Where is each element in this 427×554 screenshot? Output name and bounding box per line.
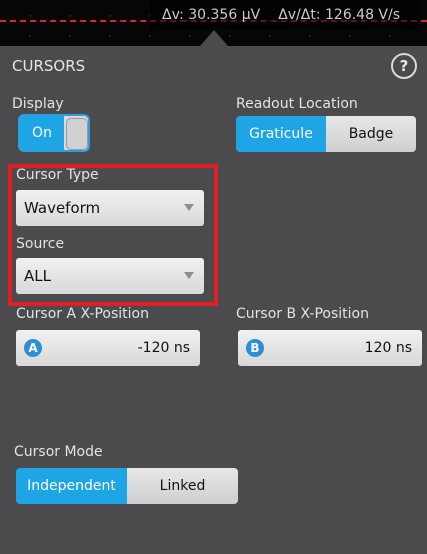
cursor-b-position-value: 120 ns bbox=[364, 340, 412, 356]
panel-pointer bbox=[200, 30, 228, 46]
chevron-down-icon bbox=[184, 272, 194, 279]
cursor-mode-independent[interactable]: Independent bbox=[16, 468, 127, 504]
readout-location-graticule[interactable]: Graticule bbox=[236, 116, 326, 152]
source-dropdown[interactable]: ALL bbox=[16, 258, 204, 294]
cursor-mode-selector: Independent Linked bbox=[16, 468, 238, 504]
cursor-readout: Δv: 30.356 µV Δv/Δt: 126.48 V/s bbox=[150, 0, 420, 30]
delta-v-per-t-readout: Δv/Δt: 126.48 V/s bbox=[278, 7, 401, 23]
cursor-a-badge-icon: A bbox=[24, 339, 42, 357]
source-value: ALL bbox=[24, 267, 51, 285]
cursor-b-position-field[interactable]: B 120 ns bbox=[238, 330, 422, 366]
cursor-type-label: Cursor Type bbox=[16, 167, 99, 183]
cursor-mode-linked[interactable]: Linked bbox=[127, 468, 238, 504]
delta-v-readout: Δv: 30.356 µV bbox=[162, 7, 261, 23]
readout-location-badge[interactable]: Badge bbox=[326, 116, 416, 152]
cursor-b-badge-icon: B bbox=[246, 339, 264, 357]
chevron-down-icon bbox=[184, 204, 194, 211]
cursor-a-label: Cursor A X-Position bbox=[16, 306, 149, 322]
readout-location-selector: Graticule Badge bbox=[236, 116, 416, 152]
display-toggle-on: On bbox=[20, 116, 64, 150]
cursor-a-position-field[interactable]: A -120 ns bbox=[16, 330, 200, 366]
cursor-type-dropdown[interactable]: Waveform bbox=[16, 190, 204, 226]
cursor-b-label: Cursor B X-Position bbox=[236, 306, 369, 322]
display-label: Display bbox=[12, 96, 64, 112]
source-label: Source bbox=[16, 236, 65, 252]
cursor-a-position-value: -120 ns bbox=[137, 340, 190, 356]
panel-title: CURSORS bbox=[12, 57, 86, 75]
cursors-panel: CURSORS ? Display On Readout Location Gr… bbox=[0, 46, 427, 554]
help-icon[interactable]: ? bbox=[391, 53, 417, 79]
toggle-knob[interactable] bbox=[66, 118, 88, 150]
display-toggle[interactable]: On bbox=[18, 114, 90, 152]
readout-location-label: Readout Location bbox=[236, 96, 358, 112]
cursor-type-value: Waveform bbox=[24, 199, 101, 217]
cursor-mode-label: Cursor Mode bbox=[14, 444, 103, 460]
